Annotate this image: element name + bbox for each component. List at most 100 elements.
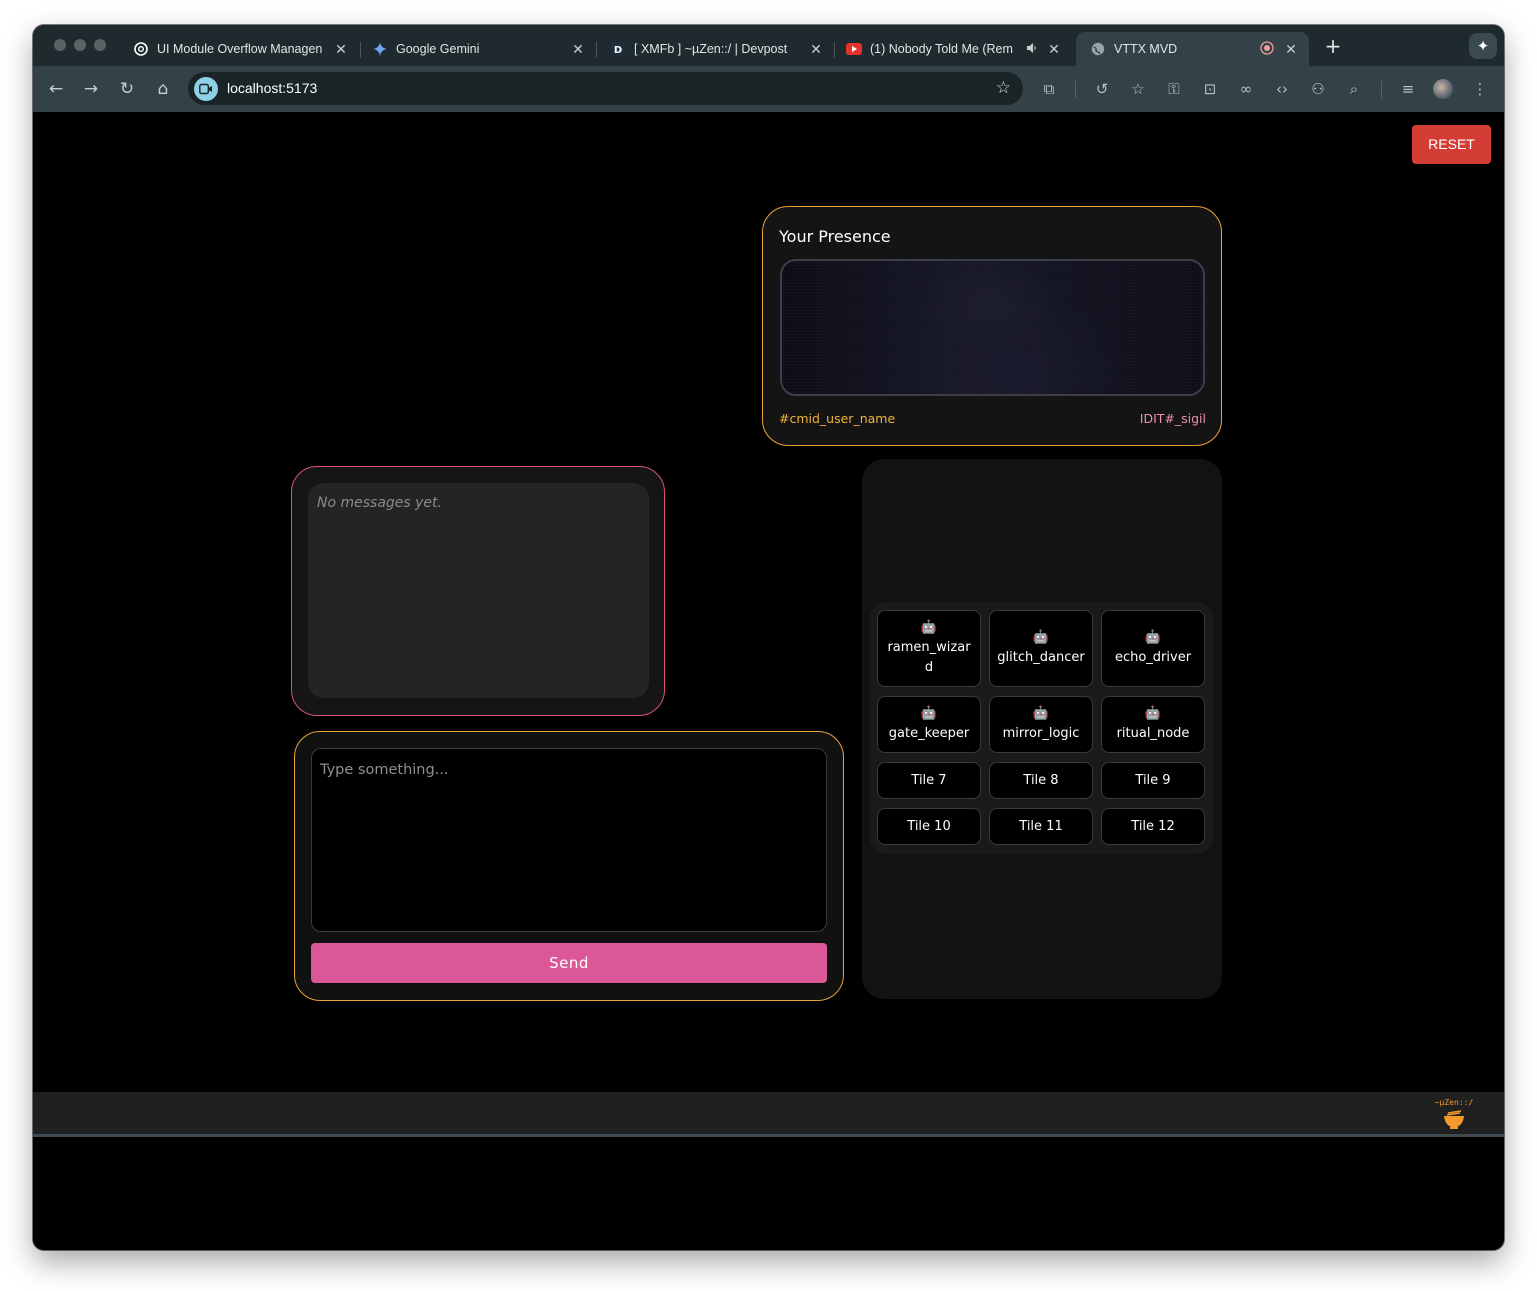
participant-name: gate_keeper — [888, 725, 970, 741]
robot-icon: 🤖 — [920, 705, 938, 721]
robot-icon: 🤖 — [920, 619, 938, 635]
youtube-icon — [846, 41, 862, 57]
close-icon[interactable]: ✕ — [806, 41, 826, 58]
robot-icon: 🤖 — [1032, 629, 1050, 645]
presence-card: Your Presence #cmid_user_name IDIT#_sigi… — [762, 206, 1222, 446]
empty-tile[interactable]: Tile 9 — [1101, 762, 1205, 799]
window-minimize-control[interactable] — [74, 39, 86, 51]
composer-panel: Type something... Send — [294, 731, 844, 1001]
close-icon[interactable]: ✕ — [568, 41, 588, 58]
participant-tile[interactable]: 🤖 mirror_logic — [989, 696, 1093, 753]
speaker-icon[interactable] — [1024, 41, 1040, 57]
video-camera-icon[interactable] — [194, 77, 218, 101]
tab-title: Google Gemini — [396, 42, 480, 56]
new-tab-button[interactable]: + — [1319, 35, 1347, 57]
browser-toolbar: ← → ↻ ⌂ localhost:5173 ☆ ⧉ ↺ ☆ ⚿ ⊡ ∞ ‹› … — [33, 66, 1504, 112]
participant-name: echo_driver — [1114, 649, 1192, 665]
robot-icon: 🤖 — [1144, 629, 1162, 645]
tile-label: Tile 12 — [1131, 818, 1175, 834]
gemini-icon — [372, 41, 388, 57]
browser-tab[interactable]: (1) Nobody Told Me (Rem ✕ — [832, 32, 1072, 66]
browser-tab[interactable]: D [ XMFb ] ~µZen::/ | Devpost ✕ — [596, 32, 834, 66]
page-content: RESET Your Presence #cmid_user_name IDIT… — [33, 112, 1504, 1250]
participant-tile[interactable]: 🤖 glitch_dancer — [989, 610, 1093, 687]
forward-icon[interactable]: → — [80, 78, 102, 100]
muzen-logo: ~µZen::/ — [1433, 1098, 1475, 1134]
reset-button[interactable]: RESET — [1412, 125, 1491, 164]
search-tab-icon[interactable]: ⌕ — [1343, 78, 1365, 100]
close-icon[interactable]: ✕ — [1044, 41, 1064, 58]
participant-name: glitch_dancer — [997, 649, 1085, 665]
robot-icon: 🤖 — [1032, 705, 1050, 721]
empty-tile[interactable]: Tile 12 — [1101, 808, 1205, 845]
participant-tile[interactable]: 🤖 gate_keeper — [877, 696, 981, 753]
tile-label: Tile 11 — [1019, 818, 1063, 834]
video-noise — [782, 261, 1203, 394]
empty-tile[interactable]: Tile 10 — [877, 808, 981, 845]
profile-avatar[interactable] — [1433, 79, 1453, 99]
history-icon[interactable]: ↺ — [1091, 78, 1113, 100]
tile-label: Tile 8 — [1023, 772, 1059, 788]
incognito-icon[interactable]: ⚇ — [1307, 78, 1329, 100]
back-icon[interactable]: ← — [45, 78, 67, 100]
gemini-sparkle-icon[interactable]: ✦ — [1469, 33, 1497, 59]
webcam-video — [780, 259, 1205, 396]
browser-tab[interactable]: UI Module Overflow Managen ✕ — [119, 32, 359, 66]
more-menu-icon[interactable]: ⋮ — [1469, 78, 1491, 100]
page-footer — [33, 1092, 1504, 1134]
code-icon[interactable]: ‹› — [1271, 78, 1293, 100]
toolbar-divider — [1381, 81, 1382, 98]
url-text[interactable]: localhost:5173 — [227, 80, 317, 96]
screenshot-icon[interactable]: ⊡ — [1199, 78, 1221, 100]
presence-title: Your Presence — [779, 227, 891, 246]
toolbar-divider — [1075, 81, 1076, 98]
presence-user-name: #cmid_user_name — [779, 411, 896, 426]
devpost-icon: D — [610, 41, 626, 57]
footer-divider — [33, 1134, 1504, 1137]
key-icon[interactable]: ⚿ — [1163, 78, 1185, 100]
window-close-control[interactable] — [54, 39, 66, 51]
tile-label: Tile 10 — [907, 818, 951, 834]
bookmark-star-icon[interactable]: ☆ — [996, 78, 1011, 98]
extensions-icon[interactable]: ⧉ — [1038, 78, 1060, 100]
globe-icon — [1090, 41, 1106, 57]
messages-list[interactable]: No messages yet. — [308, 483, 649, 698]
address-bar[interactable]: localhost:5173 ☆ — [188, 72, 1023, 105]
tile-label: Tile 7 — [911, 772, 947, 788]
message-input-placeholder: Type something... — [320, 762, 449, 778]
messages-panel: No messages yet. — [291, 466, 665, 716]
logo-text: ~µZen::/ — [1434, 1098, 1474, 1107]
starred-icon[interactable]: ☆ — [1127, 78, 1149, 100]
close-icon[interactable]: ✕ — [1281, 41, 1301, 58]
empty-tile[interactable]: Tile 7 — [877, 762, 981, 799]
messages-empty-text: No messages yet. — [317, 495, 442, 511]
browser-window: UI Module Overflow Managen ✕ Google Gemi… — [33, 25, 1504, 1250]
window-zoom-control[interactable] — [94, 39, 106, 51]
tab-strip: UI Module Overflow Managen ✕ Google Gemi… — [33, 25, 1504, 66]
participant-tile[interactable]: 🤖 ramen_wizard — [877, 610, 981, 687]
empty-tile[interactable]: Tile 8 — [989, 762, 1093, 799]
participant-name: mirror_logic — [1002, 725, 1080, 741]
reload-icon[interactable]: ↻ — [116, 78, 138, 100]
close-icon[interactable]: ✕ — [331, 41, 351, 58]
participant-name: ritual_node — [1116, 725, 1190, 741]
participant-name: ramen_wizard — [887, 639, 971, 675]
openai-icon — [133, 41, 149, 57]
participant-tile[interactable]: 🤖 ritual_node — [1101, 696, 1205, 753]
browser-tab[interactable]: Google Gemini ✕ — [358, 32, 596, 66]
media-queue-icon[interactable]: ≡ — [1397, 78, 1419, 100]
participant-grid: 🤖 ramen_wizard 🤖 glitch_dancer 🤖 echo_dr… — [870, 602, 1213, 854]
message-input[interactable]: Type something... — [311, 748, 827, 932]
tab-title: (1) Nobody Told Me (Rem — [870, 42, 1013, 56]
participants-panel: 🤖 ramen_wizard 🤖 glitch_dancer 🤖 echo_dr… — [862, 459, 1222, 999]
home-icon[interactable]: ⌂ — [152, 78, 174, 100]
browser-tab-active[interactable]: VTTX MVD ✕ — [1076, 32, 1309, 66]
participant-tile[interactable]: 🤖 echo_driver — [1101, 610, 1205, 687]
presence-sigil: IDIT#_sigil — [1139, 411, 1206, 426]
empty-tile[interactable]: Tile 11 — [989, 808, 1093, 845]
svg-text:D: D — [614, 45, 622, 56]
send-button[interactable]: Send — [311, 943, 827, 983]
tab-title: VTTX MVD — [1114, 42, 1178, 56]
link-icon[interactable]: ∞ — [1235, 78, 1257, 100]
tab-title: [ XMFb ] ~µZen::/ | Devpost — [634, 42, 788, 56]
